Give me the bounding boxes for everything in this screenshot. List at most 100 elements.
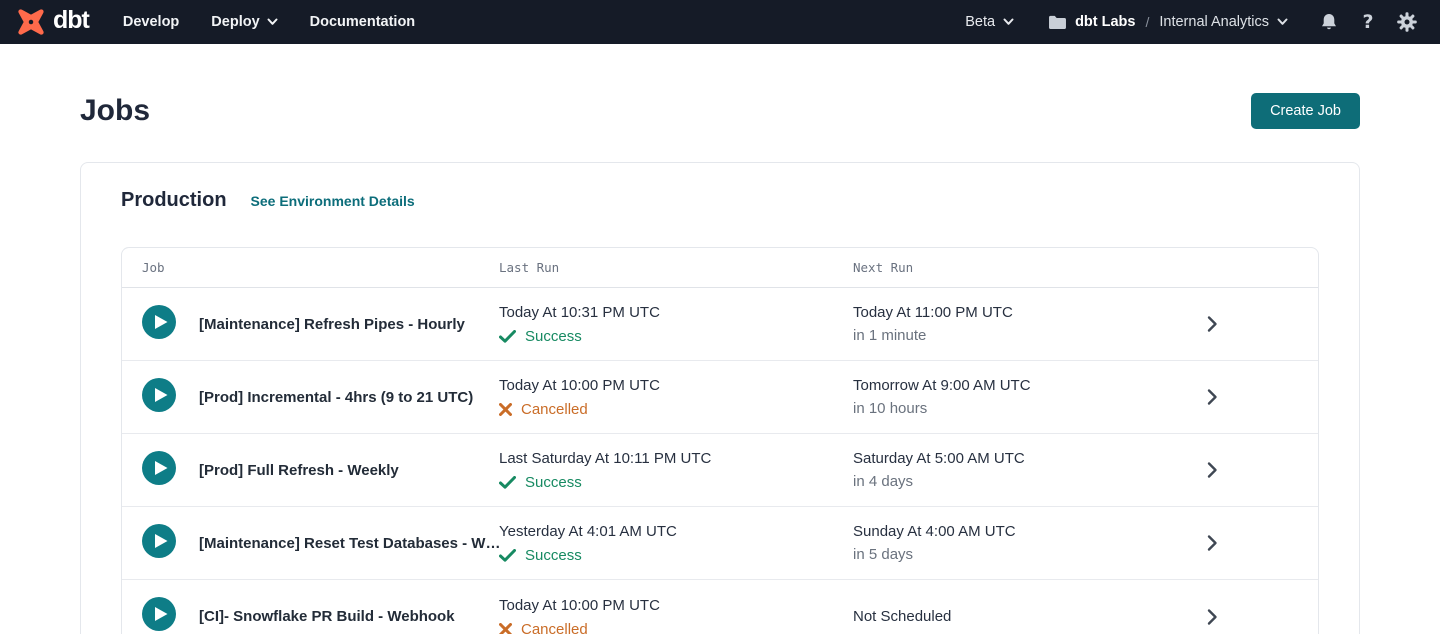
next-run-cell: Sunday At 4:00 AM UTC in 5 days xyxy=(853,521,1203,565)
main-content: Jobs Create Job Production See Environme… xyxy=(0,92,1440,634)
row-chevron-cell xyxy=(1203,608,1298,626)
beta-dropdown[interactable]: Beta xyxy=(965,14,1014,30)
last-run-cell: Today At 10:31 PM UTC Success xyxy=(499,302,853,346)
dbt-logo-text: dbt xyxy=(53,8,89,36)
last-run-cell: Yesterday At 4:01 AM UTC Success xyxy=(499,521,853,565)
nav-item-label: Documentation xyxy=(310,14,416,30)
table-row[interactable]: [Maintenance] Refresh Pipes - Hourly Tod… xyxy=(122,288,1318,361)
next-run-cell: Saturday At 5:00 AM UTC in 4 days xyxy=(853,448,1203,492)
page-header: Jobs Create Job xyxy=(80,92,1360,130)
table-row[interactable]: [CI]- Snowflake PR Build - Webhook Today… xyxy=(122,580,1318,634)
row-chevron-cell xyxy=(1203,534,1298,552)
nav-links: Develop Deploy Documentation xyxy=(123,14,415,30)
row-chevron-cell xyxy=(1203,461,1298,479)
account-name: dbt Labs xyxy=(1075,14,1135,30)
nav-item-develop[interactable]: Develop xyxy=(123,14,179,30)
breadcrumb-separator: / xyxy=(1145,14,1149,30)
play-icon xyxy=(142,597,176,631)
environment-header: Production See Environment Details xyxy=(121,187,1319,213)
column-header-next-run: Next Run xyxy=(853,260,1203,275)
run-status: Cancelled xyxy=(499,620,853,634)
page-title: Jobs xyxy=(80,92,150,130)
next-run-time: Tomorrow At 9:00 AM UTC xyxy=(853,375,1203,396)
next-run-time: Saturday At 5:00 AM UTC xyxy=(853,448,1203,469)
nav-item-documentation[interactable]: Documentation xyxy=(310,14,416,30)
row-chevron-cell xyxy=(1203,315,1298,333)
chevron-right-icon[interactable] xyxy=(1207,388,1218,406)
chevron-right-icon[interactable] xyxy=(1207,461,1218,479)
row-chevron-cell xyxy=(1203,388,1298,406)
run-status: Cancelled xyxy=(499,400,853,419)
job-name: [Maintenance] Reset Test Databases - W… xyxy=(199,535,499,552)
job-name: [CI]- Snowflake PR Build - Webhook xyxy=(199,608,499,625)
table-row[interactable]: [Prod] Full Refresh - Weekly Last Saturd… xyxy=(122,434,1318,507)
last-run-cell: Today At 10:00 PM UTC Cancelled xyxy=(499,375,853,419)
play-cell xyxy=(142,378,199,417)
last-run-time: Yesterday At 4:01 AM UTC xyxy=(499,521,853,542)
table-row[interactable]: [Prod] Incremental - 4hrs (9 to 21 UTC) … xyxy=(122,361,1318,434)
run-now-button[interactable] xyxy=(142,597,176,631)
play-icon xyxy=(142,524,176,558)
next-run-time: Today At 11:00 PM UTC xyxy=(853,302,1203,323)
status-label: Success xyxy=(525,473,582,492)
job-name: [Maintenance] Refresh Pipes - Hourly xyxy=(199,316,499,333)
last-run-time: Today At 10:00 PM UTC xyxy=(499,595,853,616)
next-run-relative: in 1 minute xyxy=(853,325,1203,346)
nav-item-label: Deploy xyxy=(211,14,259,30)
settings-button[interactable] xyxy=(1396,11,1418,33)
jobs-table-header: Job Last Run Next Run xyxy=(122,248,1318,288)
chevron-right-icon[interactable] xyxy=(1207,534,1218,552)
next-run-time: Sunday At 4:00 AM UTC xyxy=(853,521,1203,542)
beta-label: Beta xyxy=(965,14,995,30)
last-run-time: Last Saturday At 10:11 PM UTC xyxy=(499,448,853,469)
folder-icon xyxy=(1048,14,1067,30)
status-label: Cancelled xyxy=(521,400,588,419)
gear-icon xyxy=(1397,12,1417,32)
bell-icon xyxy=(1320,13,1338,32)
job-name: [Prod] Incremental - 4hrs (9 to 21 UTC) xyxy=(199,389,499,406)
run-now-button[interactable] xyxy=(142,378,176,412)
play-cell xyxy=(142,597,199,634)
column-header-job: Job xyxy=(142,260,499,275)
chevron-down-icon xyxy=(1277,18,1288,26)
table-row[interactable]: [Maintenance] Reset Test Databases - W… … xyxy=(122,507,1318,580)
next-run-relative: in 4 days xyxy=(853,471,1203,492)
job-name: [Prod] Full Refresh - Weekly xyxy=(199,462,499,479)
next-run-cell: Not Scheduled xyxy=(853,606,1203,627)
chevron-right-icon[interactable] xyxy=(1207,608,1218,626)
play-cell xyxy=(142,524,199,563)
dbt-logo[interactable]: dbt xyxy=(16,7,89,37)
x-icon xyxy=(499,623,512,634)
chevron-right-icon[interactable] xyxy=(1207,315,1218,333)
dbt-logo-icon xyxy=(16,7,46,37)
last-run-time: Today At 10:31 PM UTC xyxy=(499,302,853,323)
column-header-last-run: Last Run xyxy=(499,260,853,275)
play-icon xyxy=(142,305,176,339)
chevron-down-icon xyxy=(1003,18,1014,26)
help-icon: ? xyxy=(1362,11,1373,33)
nav-right: Beta dbt Labs / Internal Analytics xyxy=(965,11,1418,33)
create-job-button[interactable]: Create Job xyxy=(1251,93,1360,129)
next-run-cell: Today At 11:00 PM UTC in 1 minute xyxy=(853,302,1203,346)
chevron-down-icon xyxy=(267,18,278,26)
project-name: Internal Analytics xyxy=(1159,14,1269,30)
nav-item-deploy[interactable]: Deploy xyxy=(211,14,277,30)
check-icon xyxy=(499,549,516,562)
play-cell xyxy=(142,451,199,490)
check-icon xyxy=(499,330,516,343)
account-project-switcher[interactable]: dbt Labs / Internal Analytics xyxy=(1048,14,1288,30)
last-run-cell: Last Saturday At 10:11 PM UTC Success xyxy=(499,448,853,492)
help-button[interactable]: ? xyxy=(1357,11,1379,33)
nav-icon-buttons: ? xyxy=(1318,11,1418,33)
next-run-relative: in 10 hours xyxy=(853,398,1203,419)
run-now-button[interactable] xyxy=(142,305,176,339)
see-environment-details-link[interactable]: See Environment Details xyxy=(251,193,415,209)
x-icon xyxy=(499,403,512,416)
status-label: Success xyxy=(525,327,582,346)
next-run-time: Not Scheduled xyxy=(853,606,1203,627)
run-now-button[interactable] xyxy=(142,524,176,558)
notifications-button[interactable] xyxy=(1318,11,1340,33)
run-now-button[interactable] xyxy=(142,451,176,485)
jobs-table: Job Last Run Next Run [Maintenance] Refr… xyxy=(121,247,1319,634)
play-cell xyxy=(142,305,199,344)
